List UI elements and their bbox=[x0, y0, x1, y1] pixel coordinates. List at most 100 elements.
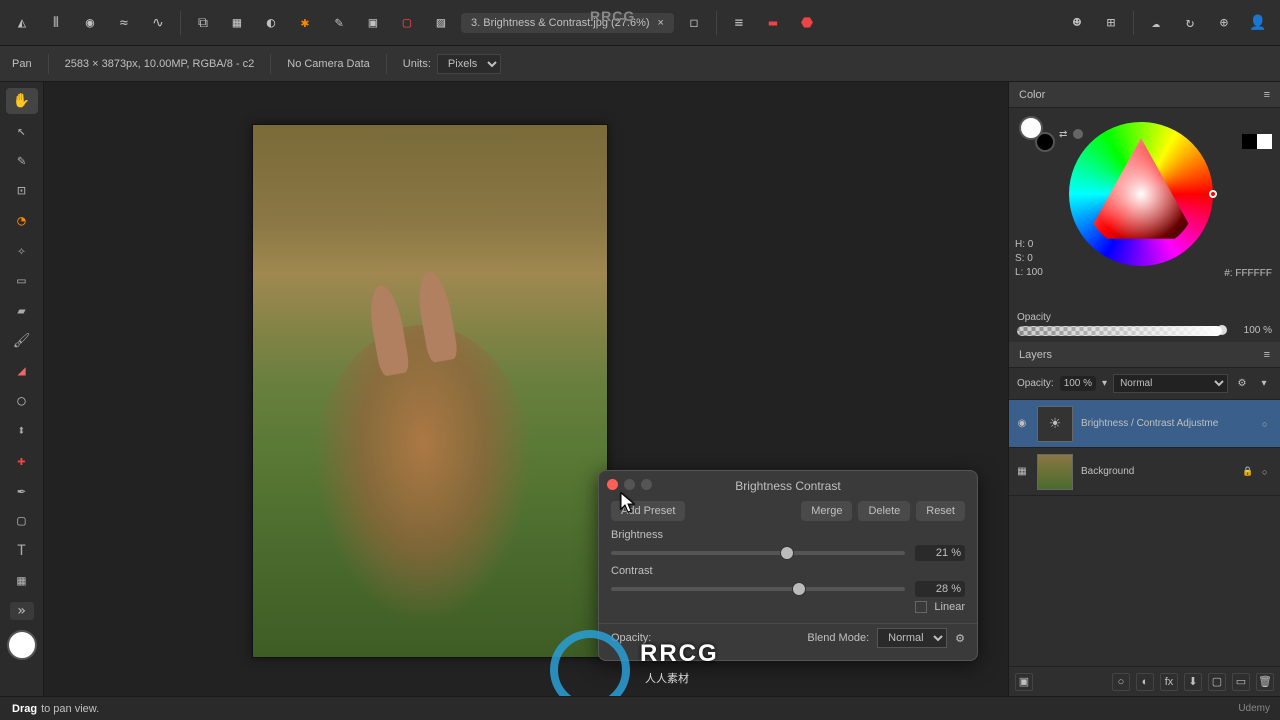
add-layer-icon[interactable]: ▢ bbox=[1208, 673, 1226, 691]
sync-icon[interactable]: ↻ bbox=[1176, 9, 1204, 37]
bw-swatches[interactable] bbox=[1242, 134, 1272, 149]
selection-brush-tool[interactable]: ◔ bbox=[6, 208, 38, 234]
crop-tool[interactable]: ⊡ bbox=[6, 178, 38, 204]
persona-liquify-icon[interactable]: ◉ bbox=[76, 9, 104, 37]
status-hint-strong: Drag bbox=[12, 703, 37, 715]
blend-mode-select[interactable]: Normal bbox=[1113, 374, 1228, 393]
layer-row[interactable]: ◉ ☀ Brightness / Contrast Adjustme ○ bbox=[1009, 400, 1280, 448]
layer-indicator-icon[interactable]: ○ bbox=[1262, 467, 1274, 477]
add-adjustment-icon[interactable]: ◐ bbox=[1136, 673, 1154, 691]
color-panel-menu-icon[interactable]: ≡ bbox=[1264, 89, 1270, 101]
lock-icon[interactable]: 🔒 bbox=[1242, 466, 1254, 477]
align-icon[interactable]: ▬ bbox=[759, 9, 787, 37]
dialog-close-icon[interactable] bbox=[607, 479, 618, 490]
flood-tool[interactable]: ▰ bbox=[6, 298, 38, 324]
color-opacity-value[interactable]: 100 % bbox=[1228, 325, 1272, 336]
separator bbox=[386, 54, 387, 74]
persona-tone-icon[interactable]: ∿ bbox=[144, 9, 172, 37]
close-tab-icon[interactable]: × bbox=[658, 17, 664, 29]
crop-icon[interactable]: ⧉ bbox=[189, 9, 217, 37]
paint-brush-tool[interactable]: 🖌 bbox=[6, 328, 38, 354]
globe-icon[interactable]: ⊕ bbox=[1210, 9, 1238, 37]
merge-button[interactable]: Merge bbox=[801, 501, 852, 521]
layer-row[interactable]: ▦ Background 🔒 ○ bbox=[1009, 448, 1280, 496]
persona-develop-icon[interactable]: ≈ bbox=[110, 9, 138, 37]
merge-down-icon[interactable]: ⬇ bbox=[1184, 673, 1202, 691]
dialog-title-bar[interactable]: Brightness Contrast bbox=[599, 471, 977, 497]
brightness-value[interactable]: 21 % bbox=[915, 545, 965, 561]
tool-panel: ✋ ↖ ✎ ⊡ ◔ ✧ ▭ ▰ 🖌 ◢ ○ ⬍ ✚ ✒ ▢ T ▦ » bbox=[0, 82, 44, 696]
foreground-color-swatch[interactable] bbox=[7, 630, 37, 660]
add-mask-icon[interactable]: ○ bbox=[1112, 673, 1130, 691]
opacity-dropdown-icon[interactable]: ▾ bbox=[1102, 378, 1107, 389]
color-picker-tool[interactable]: ✎ bbox=[6, 148, 38, 174]
deselect-icon[interactable]: ▢ bbox=[393, 9, 421, 37]
layer-indicator-icon[interactable]: ○ bbox=[1262, 419, 1274, 429]
layer-effects-icon[interactable]: ▣ bbox=[1015, 673, 1033, 691]
snap-icon[interactable]: ⬣ bbox=[793, 9, 821, 37]
linear-checkbox[interactable] bbox=[915, 601, 927, 613]
invert-select-icon[interactable]: ▨ bbox=[427, 9, 455, 37]
units-label: Units: bbox=[403, 58, 431, 70]
layer-opacity-field[interactable]: 100 % bbox=[1060, 376, 1096, 391]
brightness-slider-handle[interactable] bbox=[780, 546, 794, 560]
mesh-tool[interactable]: ▦ bbox=[6, 568, 38, 594]
view-mode-icon[interactable]: ◻ bbox=[680, 9, 708, 37]
pen-tool[interactable]: ✒ bbox=[6, 478, 38, 504]
erase-tool[interactable]: ◢ bbox=[6, 358, 38, 384]
app-logo-icon[interactable]: ◭ bbox=[8, 9, 36, 37]
account-icon[interactable]: 👤 bbox=[1244, 9, 1272, 37]
resize-icon[interactable]: ▦ bbox=[223, 9, 251, 37]
layer-settings-icon[interactable]: ⚙ bbox=[1234, 378, 1250, 389]
add-fx-icon[interactable]: fx bbox=[1160, 673, 1178, 691]
layer-list: ◉ ☀ Brightness / Contrast Adjustme ○ ▦ B… bbox=[1009, 400, 1280, 666]
move-tool[interactable]: ↖ bbox=[6, 118, 38, 144]
units-select[interactable]: Pixels bbox=[437, 54, 501, 74]
contrast-value[interactable]: 28 % bbox=[915, 581, 965, 597]
text-tool[interactable]: T bbox=[6, 538, 38, 564]
healing-tool[interactable]: ✚ bbox=[6, 448, 38, 474]
contrast-slider-handle[interactable] bbox=[792, 582, 806, 596]
select-all-icon[interactable]: ▣ bbox=[359, 9, 387, 37]
secondary-swatch[interactable] bbox=[1073, 129, 1083, 139]
assistant-icon[interactable]: ☻ bbox=[1063, 9, 1091, 37]
dialog-blend-select[interactable]: Normal bbox=[877, 628, 947, 648]
dodge-tool[interactable]: ○ bbox=[6, 388, 38, 414]
add-preset-button[interactable]: Add Preset bbox=[611, 501, 685, 521]
adjustment-icon[interactable]: ◐ bbox=[257, 9, 285, 37]
layer-fx-icon[interactable]: ▾ bbox=[1256, 378, 1272, 389]
shape-tool[interactable]: ▢ bbox=[6, 508, 38, 534]
tool-name: Pan bbox=[12, 58, 32, 70]
layers-panel-menu-icon[interactable]: ≡ bbox=[1264, 349, 1270, 361]
document-tab[interactable]: 3. Brightness & Contrast.jpg (27.6%) × bbox=[461, 13, 674, 33]
reset-button[interactable]: Reset bbox=[916, 501, 965, 521]
color-opacity-slider[interactable] bbox=[1017, 326, 1222, 336]
auto-icon[interactable]: ✎ bbox=[325, 9, 353, 37]
fg-bg-swatch[interactable] bbox=[1019, 116, 1055, 152]
cloud-icon[interactable]: ☁ bbox=[1142, 9, 1170, 37]
clone-tool[interactable]: ⬍ bbox=[6, 418, 38, 444]
separator bbox=[48, 54, 49, 74]
group-icon[interactable]: ▭ bbox=[1232, 673, 1250, 691]
arrange-icon[interactable]: ≡ bbox=[725, 9, 753, 37]
visibility-toggle-icon[interactable]: ▦ bbox=[1015, 466, 1029, 477]
persona-photo-icon[interactable]: ⦀ bbox=[42, 9, 70, 37]
color-wheel[interactable] bbox=[1069, 122, 1213, 266]
magic-wand-tool[interactable]: ✧ bbox=[6, 238, 38, 264]
dialog-minimize-icon[interactable] bbox=[624, 479, 635, 490]
stock-icon[interactable]: ⊞ bbox=[1097, 9, 1125, 37]
dialog-maximize-icon[interactable] bbox=[641, 479, 652, 490]
color-adjust-icon[interactable]: ✱ bbox=[291, 9, 319, 37]
delete-layer-icon[interactable]: 🗑 bbox=[1256, 673, 1274, 691]
visibility-toggle-icon[interactable]: ◉ bbox=[1015, 418, 1029, 429]
marquee-tool[interactable]: ▭ bbox=[6, 268, 38, 294]
hand-tool[interactable]: ✋ bbox=[6, 88, 38, 114]
swap-colors-icon[interactable]: ⇄ bbox=[1059, 129, 1067, 140]
contrast-slider[interactable] bbox=[611, 587, 905, 591]
delete-button[interactable]: Delete bbox=[858, 501, 910, 521]
color-wheel-cursor[interactable] bbox=[1209, 190, 1217, 198]
dialog-settings-icon[interactable]: ⚙ bbox=[955, 632, 965, 645]
brightness-slider[interactable] bbox=[611, 551, 905, 555]
expand-tools-icon[interactable]: » bbox=[10, 602, 34, 620]
layer-thumbnail bbox=[1037, 454, 1073, 490]
